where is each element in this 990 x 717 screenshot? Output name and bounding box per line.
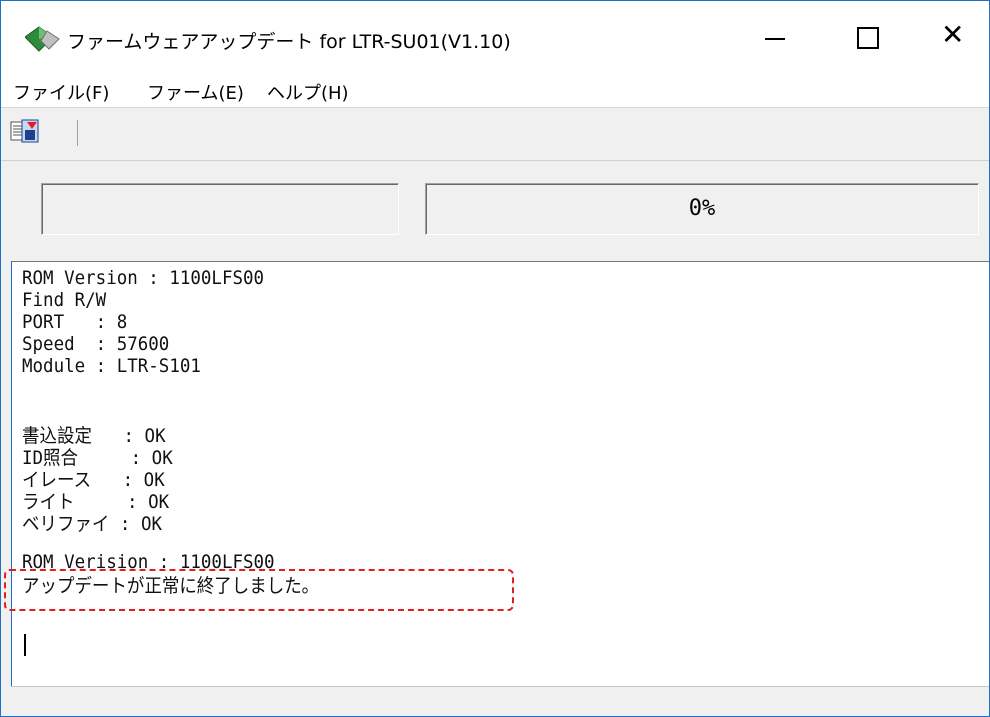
close-icon: ✕ [941,18,965,51]
window-title: ファームウェアアップデート for LTR-SU01(V1.10) [67,31,511,53]
menu-bar: ファイル(F) ファーム(E) ヘルプ(H) [1,73,989,108]
menu-file[interactable]: ファイル(F) [13,79,109,105]
minimize-icon [765,38,785,40]
log-line: 書込設定 : OK [22,425,166,447]
title-bar[interactable]: ファームウェアアップデート for LTR-SU01(V1.10) ✕ [1,1,989,73]
status-panel [41,183,399,235]
maximize-button[interactable] [829,1,905,73]
status-bar [11,686,989,716]
minimize-button[interactable] [737,1,813,73]
log-line: ベリファイ : OK [22,513,163,535]
progress-percent: 0% [688,196,716,221]
log-line: ROM Version : 1100LFS00 [22,267,265,289]
toolbar-separator [77,120,78,146]
menu-help[interactable]: ヘルプ(H) [267,79,349,105]
close-button[interactable]: ✕ [913,1,989,73]
log-line: Speed : 57600 [22,333,170,355]
text-caret [24,634,26,656]
log-line: Module : LTR-S101 [22,355,201,377]
log-line: イレース : OK [22,469,165,491]
success-highlight-box [4,569,514,611]
log-line: PORT : 8 [22,311,128,333]
firmware-write-icon[interactable] [9,116,41,148]
menu-firmware[interactable]: ファーム(E) [147,79,244,105]
log-line: Find R/W [22,289,107,311]
progress-bar: 0% [425,183,979,235]
toolbar [1,108,989,161]
main-window: ファームウェアアップデート for LTR-SU01(V1.10) ✕ ファイル… [0,0,990,717]
progress-area: 0% [1,161,989,261]
app-icon [24,25,61,53]
log-line: ID照合 : OK [22,447,173,469]
log-output[interactable]: ROM Version : 1100LFS00 Find R/W PORT : … [4,261,989,686]
log-line: ライト : OK [22,491,170,513]
maximize-icon [857,27,879,49]
